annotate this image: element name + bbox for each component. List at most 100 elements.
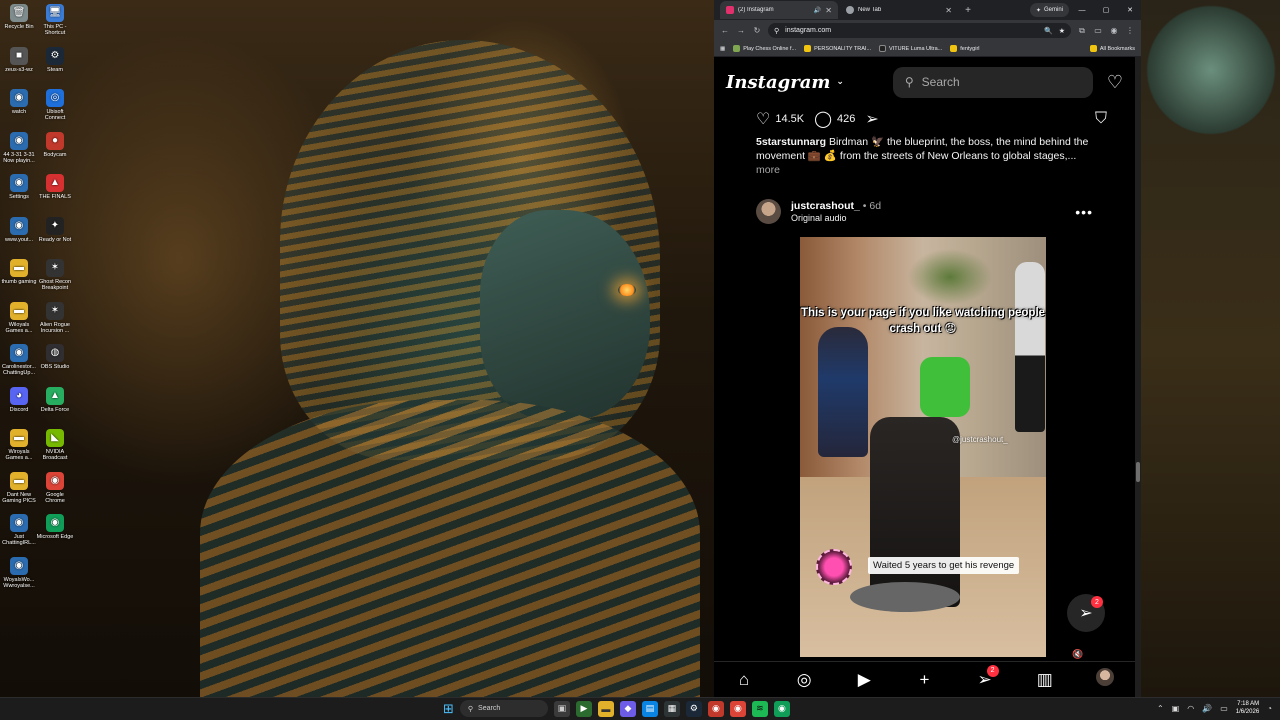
desktop-icon[interactable]: ◣ NVIDIA Broadcast — [36, 429, 74, 461]
caption-more-link[interactable]: more — [756, 163, 1093, 177]
desktop-icon[interactable]: ▲ Delta Force — [36, 386, 74, 413]
edge-icon[interactable]: ◉ — [773, 700, 790, 717]
reload-icon[interactable]: ↻ — [752, 26, 762, 35]
home-icon[interactable]: ⌂ — [732, 670, 756, 690]
desktop-icon[interactable]: ▬ Wiloyals Games a... — [0, 301, 38, 334]
page-scrollbar[interactable] — [1135, 57, 1141, 697]
bookmark-chess[interactable]: Play Chess Online f... — [733, 45, 796, 52]
close-window-button[interactable]: ✕ — [1119, 6, 1141, 14]
site-info-icon[interactable]: ⚲ — [774, 27, 779, 35]
url-text[interactable]: instagram.com — [785, 27, 1038, 34]
more-options-icon[interactable]: ••• — [1075, 204, 1093, 220]
caption-username[interactable]: 5starstunnarg — [756, 136, 826, 148]
omnibox[interactable]: ⚲ instagram.com 🔍 ★ — [768, 23, 1071, 38]
profile-icon[interactable]: ◉ — [1109, 26, 1119, 35]
extensions-icon[interactable]: ⧉ — [1077, 26, 1087, 36]
minimize-button[interactable]: — — [1071, 7, 1093, 14]
notifications-heart-icon[interactable]: ♡ — [1107, 72, 1123, 93]
chrome-active-icon[interactable]: ◉ — [729, 700, 746, 717]
tab-new-tab[interactable]: New Tab ✕ — [840, 1, 958, 19]
chrome-icon[interactable]: ◉ — [707, 700, 724, 717]
wifi-icon[interactable]: ◠ — [1187, 704, 1194, 713]
profile-avatar[interactable] — [1093, 668, 1117, 691]
desktop-icon[interactable]: ● Bodycam — [36, 131, 74, 158]
mute-icon[interactable]: 🔇 — [1072, 649, 1083, 660]
desktop-icon[interactable]: 🖥 This PC - Shortcut — [36, 4, 74, 36]
instagram-logo[interactable]: Instagram ⌄ — [726, 72, 844, 93]
messages-fab-button[interactable]: ➢ 2 — [1067, 594, 1105, 632]
chevron-up-icon[interactable]: ⌃ — [1157, 704, 1164, 713]
desktop-icon[interactable]: ✶ Alien Rogue Incursion ... — [36, 301, 74, 334]
copilot-icon[interactable]: ◆ — [619, 700, 636, 717]
app-icon-green[interactable]: ▶ — [575, 700, 592, 717]
messages-send-icon[interactable]: ➢ 2 — [973, 664, 999, 690]
video-content[interactable]: This is your page if you like watching p… — [800, 237, 1046, 657]
battery-icon[interactable]: ▭ — [1220, 704, 1228, 713]
taskbar-search[interactable]: ⚲ Search — [459, 700, 548, 717]
terminal-icon[interactable]: ▦ — [663, 700, 680, 717]
task-view-icon[interactable]: ▣ — [553, 700, 570, 717]
bookmark-save-icon[interactable]: ⛉ — [1095, 110, 1107, 128]
spotify-icon[interactable]: ≋ — [751, 700, 768, 717]
tab-instagram[interactable]: (2) Instagram 🔊 ✕ — [720, 1, 838, 19]
audio-playing-icon[interactable]: 🔊 — [814, 7, 821, 14]
windows-start-icon[interactable]: ⊞ — [443, 701, 454, 717]
all-bookmarks-button[interactable]: All Bookmarks — [1089, 45, 1135, 52]
desktop-icon[interactable]: ◉ WoyalsWo... Wwroyalse... — [0, 556, 38, 589]
desktop-icon[interactable]: ◕ Discord — [0, 386, 38, 413]
gemini-button[interactable]: ✦ Gemini — [1029, 3, 1069, 17]
new-tab-button[interactable]: + — [960, 5, 976, 16]
desktop-icon[interactable]: ⚙ Steam — [36, 46, 74, 73]
chevron-down-icon[interactable]: ⌄ — [836, 77, 844, 87]
maximize-button[interactable]: ▢ — [1095, 6, 1117, 14]
desktop-icon[interactable]: ▬ Wiroyals Games a... — [0, 429, 38, 461]
notification-bell-icon[interactable]: ◔ — [1267, 704, 1272, 713]
search-input[interactable]: ⚲ Search — [892, 66, 1093, 98]
comment-button[interactable]: ◯ 426 — [814, 109, 855, 129]
desktop-icon[interactable]: ◉ www.yout... — [0, 216, 38, 243]
desktop-icon[interactable]: ◉ Microsoft Edge — [36, 514, 74, 540]
desktop-icon[interactable]: ◉ Google Chrome — [36, 471, 74, 504]
back-arrow-icon[interactable]: ← — [720, 26, 730, 35]
file-explorer-icon[interactable]: ▬ — [597, 700, 614, 717]
like-button[interactable]: ♡ 14.5K — [756, 109, 804, 129]
desktop-icon[interactable]: ◉ Carolinestor... ChattingUp... — [0, 344, 38, 376]
bookmark-viture[interactable]: VITURE Luma Ultra... — [879, 45, 942, 52]
store-icon[interactable]: ▤ — [641, 700, 658, 717]
desktop-icon[interactable]: ◉ watch — [0, 89, 38, 115]
desktop-icon[interactable]: ◉ 44 3-31 3-31 Now playin... — [0, 131, 38, 164]
apps-grid-icon[interactable]: ▦ — [720, 46, 725, 52]
create-plus-icon[interactable]: + — [912, 670, 936, 690]
desktop-icon[interactable]: ◍ OBS Studio — [36, 344, 74, 370]
share-button[interactable]: ➢ — [865, 109, 878, 129]
desktop-icon[interactable]: ▲ THE FINALS — [36, 174, 74, 200]
post-audio-link[interactable]: Original audio — [791, 212, 881, 224]
bookmark-personality[interactable]: PERSONALITY TRAI... — [804, 45, 871, 52]
forward-arrow-icon[interactable]: → — [736, 26, 746, 35]
desktop-icon[interactable]: ▬ Dant New Gaming PICS — [0, 471, 38, 504]
explore-compass-icon[interactable]: ◎ — [792, 670, 816, 690]
volume-icon[interactable]: 🔊 — [1202, 704, 1212, 713]
reels-icon[interactable]: ▶ — [852, 670, 876, 690]
side-panel-icon[interactable]: ▭ — [1093, 26, 1103, 35]
desktop-icon[interactable]: ◎ Ubisoft Connect — [36, 89, 74, 121]
close-tab-icon[interactable]: ✕ — [945, 6, 952, 15]
steam-icon[interactable]: ⚙ — [685, 700, 702, 717]
avatar[interactable] — [756, 199, 781, 224]
menu-kebab-icon[interactable]: ⋮ — [1125, 26, 1135, 35]
bookmark-star-icon[interactable]: ★ — [1059, 27, 1065, 35]
post-username[interactable]: justcrashout_ — [791, 200, 860, 212]
desktop-icon[interactable]: ◉ Settings — [0, 174, 38, 200]
dashboard-icon[interactable]: ▥ — [1033, 670, 1057, 690]
desktop-icon[interactable]: ✶ Ghost Recon Breakpoint — [36, 259, 74, 291]
bookmark-fentygirl[interactable]: fentygirl — [950, 45, 980, 52]
desktop-icon[interactable]: 🗑 Recycle Bin — [0, 4, 38, 30]
app-tray-icon[interactable]: ▣ — [1172, 704, 1180, 713]
clock[interactable]: 7:18 AM 1/6/2026 — [1236, 700, 1259, 716]
scrollbar-thumb[interactable] — [1136, 462, 1140, 482]
close-tab-icon[interactable]: ✕ — [825, 6, 832, 15]
desktop-icon[interactable]: ▬ thumb gaming — [0, 259, 38, 285]
zoom-search-icon[interactable]: 🔍 — [1044, 27, 1053, 35]
desktop-icon[interactable]: ■ zeus-s3-wz — [0, 46, 38, 73]
desktop-icon[interactable]: ◉ Just ChattingIRL... — [0, 514, 38, 546]
